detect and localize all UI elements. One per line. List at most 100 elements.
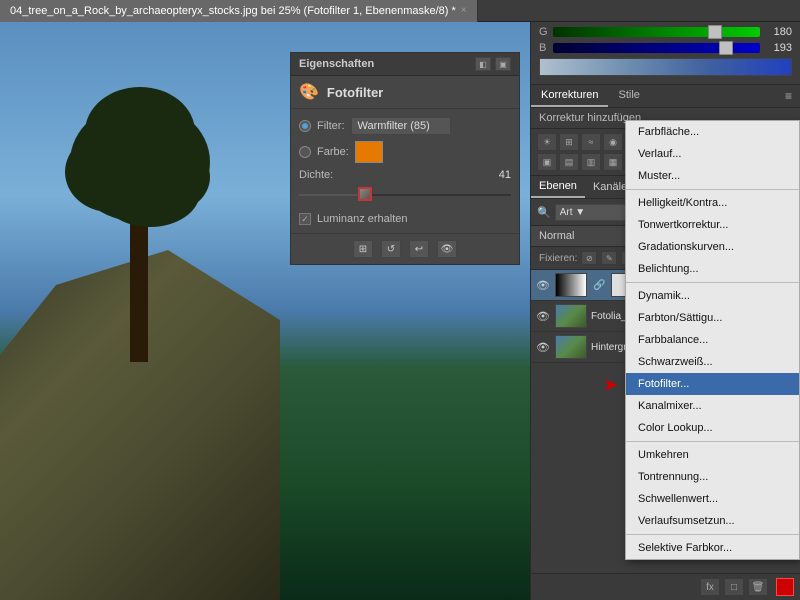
tab-label: 04_tree_on_a_Rock_by_archaeopteryx_stock… (10, 5, 456, 17)
b-label: B (539, 42, 549, 54)
farbe-radio[interactable] (299, 146, 311, 158)
layer-eye-2[interactable]: 👁 (535, 339, 551, 355)
menu-item-helligkeitkontra[interactable]: Helligkeit/Kontra... (626, 192, 799, 214)
luminanz-checkbox[interactable]: ✓ (299, 213, 311, 225)
korrekturen-tabs: Korrekturen Stile ≡ (531, 85, 800, 108)
corr-icon-brightness[interactable]: ☀ (537, 133, 557, 151)
filter-label: Filter: (317, 120, 345, 132)
footer-icon-3[interactable]: ↩ (409, 240, 429, 258)
fixieren-label: Fixieren: (539, 253, 577, 264)
corr-icon-selective[interactable]: ▦ (603, 153, 623, 171)
b-track[interactable] (553, 43, 760, 53)
dichte-value: 41 (499, 169, 511, 181)
menu-item-tonwertkorrektur[interactable]: Tonwertkorrektur... (626, 214, 799, 236)
menu-item-gradationskurven[interactable]: Gradationskurven... (626, 236, 799, 258)
tab-close-icon[interactable]: × (461, 5, 467, 16)
menu-item-farbtonsttigu[interactable]: Farbton/Sättigu... (626, 307, 799, 329)
corr-icon-levels[interactable]: ⊞ (559, 133, 579, 151)
color-swatch[interactable] (355, 141, 383, 163)
menu-item-selektivefarbkor[interactable]: Selektive Farbkor... (626, 537, 799, 559)
panel-title-row: 🎨 Fotofilter (291, 76, 519, 109)
panel-body: Filter: Warmfilter (85) Farbe: Dichte: 4… (291, 109, 519, 233)
corr-icon-threshold[interactable]: ▤ (559, 153, 579, 171)
menu-item-belichtung[interactable]: Belichtung... (626, 258, 799, 280)
tab-stile[interactable]: Stile (608, 85, 649, 107)
panel-icon-1[interactable]: ◧ (475, 57, 491, 71)
footer-icon-1[interactable]: ⊞ (353, 240, 373, 258)
tree-silhouette (50, 82, 230, 362)
menu-item-fotofilter[interactable]: Fotofilter...➤ (626, 373, 799, 395)
bt-fx-icon[interactable]: fx (700, 578, 720, 596)
main-tab[interactable]: 04_tree_on_a_Rock_by_archaeopteryx_stock… (0, 0, 478, 22)
corr-icon-curves[interactable]: ≈ (581, 133, 601, 151)
menu-item-muster[interactable]: Muster... (626, 165, 799, 187)
layer-eye-0[interactable]: 👁 (535, 277, 551, 293)
farbe-row: Farbe: (299, 141, 511, 163)
filter-radio[interactable] (299, 120, 311, 132)
menu-item-tontrennung[interactable]: Tontrennung... (626, 466, 799, 488)
canvas-area: Eigenschaften ◧ ▣ 🎨 Fotofilter Filter: W… (0, 22, 530, 600)
bt-new-icon[interactable]: □ (724, 578, 744, 596)
menu-item-farbbalance[interactable]: Farbbalance... (626, 329, 799, 351)
slider-thumb[interactable] (358, 187, 372, 201)
footer-icon-2[interactable]: ↺ (381, 240, 401, 258)
menu-item-verlaufsumsetzun[interactable]: Verlaufsumsetzun... (626, 510, 799, 532)
menu-item-schwellenwert[interactable]: Schwellenwert... (626, 488, 799, 510)
panel-icon-2[interactable]: ▣ (495, 57, 511, 71)
layer-eye-1[interactable]: 👁 (535, 308, 551, 324)
fixieren-icon-1[interactable]: ⊘ (581, 251, 597, 265)
color-sliders: G 180 B 193 (531, 22, 800, 85)
search-icon: 🔍 (537, 206, 551, 219)
g-value: 180 (764, 26, 792, 38)
filter-row: Filter: Warmfilter (85) (299, 117, 511, 135)
b-value: 193 (764, 42, 792, 54)
panel-title: Eigenschaften (299, 58, 374, 70)
menu-item-dynamik[interactable]: Dynamik... (626, 285, 799, 307)
slider-fill (299, 194, 363, 196)
menu-item-schwarzwei[interactable]: Schwarzweiß... (626, 351, 799, 373)
layer-thumb-2 (555, 335, 587, 359)
g-label: G (539, 26, 549, 38)
menu-item-colorlookup[interactable]: Color Lookup... (626, 417, 799, 439)
layer-chain-0: 🔗 (593, 280, 605, 291)
tab-korrekturen[interactable]: Korrekturen (531, 85, 608, 107)
menu-item-verlauf[interactable]: Verlauf... (626, 143, 799, 165)
red-arrow-icon: ➤ (604, 375, 617, 395)
properties-panel: Eigenschaften ◧ ▣ 🎨 Fotofilter Filter: W… (290, 52, 520, 265)
panel-footer: ⊞ ↺ ↩ 👁 (291, 233, 519, 264)
panel-header: Eigenschaften ◧ ▣ (291, 53, 519, 76)
tab-bar: 04_tree_on_a_Rock_by_archaeopteryx_stock… (0, 0, 800, 22)
right-tab-menu[interactable]: ≡ (777, 85, 800, 107)
layer-thumb-1 (555, 304, 587, 328)
farbe-label: Farbe: (317, 146, 349, 158)
footer-icon-4[interactable]: 👁 (437, 240, 457, 258)
filter-select[interactable]: Warmfilter (85) (351, 117, 451, 135)
panel-icons: ◧ ▣ (475, 57, 511, 71)
b-slider-row: B 193 (539, 42, 792, 54)
menu-item-umkehren[interactable]: Umkehren (626, 444, 799, 466)
right-panel: G 180 B 193 Korrekturen Stile (530, 22, 800, 600)
dropdown-menu: Farbfläche...Verlauf...Muster... Helligke… (625, 120, 800, 560)
fixieren-icon-2[interactable]: ✎ (601, 251, 617, 265)
corr-icon-exposure[interactable]: ◉ (603, 133, 623, 151)
luminanz-row: ✓ Luminanz erhalten (299, 213, 511, 225)
g-track[interactable] (553, 27, 760, 37)
dichte-slider[interactable] (299, 185, 511, 205)
menu-item-farbflche[interactable]: Farbfläche... (626, 121, 799, 143)
luminanz-label: Luminanz erhalten (317, 213, 408, 225)
g-thumb[interactable] (708, 25, 722, 39)
color-result (539, 58, 792, 76)
tab-ebenen[interactable]: Ebenen (531, 176, 585, 198)
dichte-label: Dichte: (299, 169, 333, 181)
dichte-row: Dichte: 41 (299, 169, 511, 181)
corr-icon-posterize[interactable]: ▣ (537, 153, 557, 171)
corr-icon-gradient[interactable]: ▥ (581, 153, 601, 171)
red-indicator (776, 578, 794, 596)
menu-separator (626, 441, 799, 442)
bt-delete-icon[interactable]: 🗑 (748, 578, 768, 596)
main-layout: Eigenschaften ◧ ▣ 🎨 Fotofilter Filter: W… (0, 22, 800, 600)
layer-thumb-0 (555, 273, 587, 297)
fotofilter-title: Fotofilter (327, 85, 383, 100)
b-thumb[interactable] (719, 41, 733, 55)
menu-item-kanalmixer[interactable]: Kanalmixer... (626, 395, 799, 417)
